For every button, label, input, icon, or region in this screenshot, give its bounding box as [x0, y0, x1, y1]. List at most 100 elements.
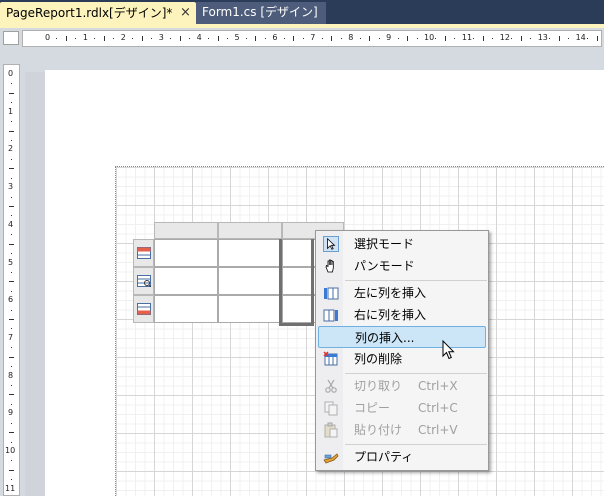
ruler-label: 1: [8, 106, 14, 116]
table-cell[interactable]: [154, 239, 218, 267]
ruler-label: 6: [8, 295, 14, 305]
menu-item-insert-column[interactable]: 列の挿入...: [318, 326, 486, 348]
ruler-tick: [416, 38, 418, 39]
ruler-tick: [587, 38, 589, 39]
tab-label: Form1.cs [デザイン]: [202, 5, 318, 19]
ruler-tick: [56, 38, 58, 39]
menu-label: 貼り付け: [354, 423, 403, 437]
ruler-tick: [245, 38, 247, 39]
ruler-tick: [11, 385, 12, 387]
ruler-label: 3: [8, 182, 14, 192]
ruler-label: 4: [196, 33, 202, 42]
tab-label: PageReport1.rdlx[デザイン]*: [6, 6, 173, 20]
ruler-label: 14: [575, 33, 586, 42]
table-column-header[interactable]: [218, 222, 282, 239]
insert-column-left-icon: [324, 287, 339, 300]
ruler-tick: [568, 38, 570, 39]
ruler-tick: [227, 38, 229, 39]
ruler-tick: [283, 38, 285, 39]
menu-label: プロパティ: [354, 450, 414, 464]
document-tab-strip: PageReport1.rdlx[デザイン]* × Form1.cs [デザイン…: [0, 0, 604, 28]
ruler-label: 9: [386, 33, 392, 42]
ruler-tick: [9, 432, 14, 434]
selected-column-outline: [279, 239, 314, 326]
table-detail-icon: [137, 275, 151, 287]
report-designer: 0 1 2 3 4 5 6 7 8 9 10 11 12 13 14 0 1 2 3 4 5 6 7 8 9 10 11: [0, 28, 604, 496]
table-cell[interactable]: [218, 295, 282, 323]
ruler-tick: [549, 38, 551, 39]
table-cell[interactable]: [218, 267, 282, 295]
ruler-label: 3: [158, 33, 164, 42]
ruler-tick: [11, 158, 12, 160]
table-cell[interactable]: [218, 239, 282, 267]
ruler-tick: [132, 38, 134, 39]
ruler-tick: [11, 347, 12, 349]
ruler-tick: [9, 168, 14, 170]
paste-icon: [324, 422, 338, 438]
table-column-header[interactable]: [154, 222, 218, 239]
menu-separator: [345, 444, 487, 445]
ruler-tick: [11, 271, 12, 273]
ruler-tick: [94, 38, 96, 39]
table-footer-row-handle[interactable]: [133, 295, 154, 323]
ruler-label: 2: [120, 33, 126, 42]
ruler-tick: [11, 83, 12, 85]
ruler-tick: [11, 215, 12, 217]
ruler-tick: [151, 38, 153, 39]
ruler-tick: [9, 356, 14, 358]
ruler-label: 9: [8, 408, 14, 418]
table-detail-row-handle[interactable]: [133, 267, 154, 295]
menu-item-properties[interactable]: プロパティ: [318, 446, 486, 468]
ruler-label: 11: [5, 483, 16, 493]
ruler-label: 8: [348, 33, 354, 42]
menu-item-insert-column-left[interactable]: 左に列を挿入: [318, 282, 486, 304]
menu-item-copy[interactable]: コピー Ctrl+C: [318, 397, 486, 419]
ruler-label: 8: [8, 370, 14, 380]
ruler-tick: [217, 36, 219, 41]
ruler-tick: [11, 139, 12, 141]
menu-label: 選択モード: [354, 237, 415, 251]
ruler-tick: [454, 38, 456, 39]
ruler-tick: [9, 281, 14, 283]
ruler-tick: [264, 38, 266, 39]
table-cell[interactable]: [154, 295, 218, 323]
ruler-tick: [435, 38, 437, 39]
tab-form1[interactable]: Form1.cs [デザイン]: [196, 2, 326, 24]
menu-item-pan-mode[interactable]: パンモード: [318, 255, 486, 277]
ruler-tick: [9, 243, 14, 245]
ruler-tick: [331, 36, 333, 41]
pointer-icon: [323, 236, 339, 252]
tab-pagereport1[interactable]: PageReport1.rdlx[デザイン]* ×: [0, 2, 196, 26]
table-header-row-handle[interactable]: [133, 239, 154, 267]
ruler-tick: [11, 290, 12, 292]
menu-shortcut: Ctrl+X: [418, 379, 458, 393]
close-icon[interactable]: ×: [180, 2, 191, 24]
context-menu: 選択モード パンモード 左に列を挿入 右に列を挿入 列の挿入... 列の削除 切…: [315, 230, 489, 471]
ruler-tick: [11, 403, 12, 405]
menu-item-select-mode[interactable]: 選択モード: [318, 233, 486, 255]
mouse-cursor-icon: [442, 340, 455, 360]
menu-label: パンモード: [354, 259, 415, 273]
ruler-tick: [369, 36, 371, 41]
menu-item-cut[interactable]: 切り取り Ctrl+X: [318, 375, 486, 397]
ruler-label: 4: [8, 219, 14, 229]
ruler-tick: [359, 38, 361, 39]
ruler-tick: [11, 441, 12, 443]
ruler-tick: [473, 38, 475, 39]
ruler-tick: [189, 38, 191, 39]
table-cell[interactable]: [154, 267, 218, 295]
menu-label: コピー: [354, 401, 391, 415]
menu-item-delete-column[interactable]: 列の削除: [318, 348, 486, 370]
menu-item-insert-column-right[interactable]: 右に列を挿入: [318, 304, 486, 326]
ruler-label: 1: [82, 33, 88, 42]
menu-shortcut: Ctrl+V: [418, 423, 458, 437]
ruler-tick: [444, 36, 446, 41]
ruler-label: 13: [537, 33, 548, 42]
properties-icon: [323, 453, 339, 464]
menu-separator: [345, 373, 487, 374]
menu-item-paste[interactable]: 貼り付け Ctrl+V: [318, 419, 486, 441]
horizontal-ruler: 0 1 2 3 4 5 6 7 8 9 10 11 12 13 14: [22, 30, 602, 47]
ruler-tick: [11, 460, 12, 462]
ruler-label: 5: [234, 33, 240, 42]
ruler-tick: [482, 36, 484, 41]
